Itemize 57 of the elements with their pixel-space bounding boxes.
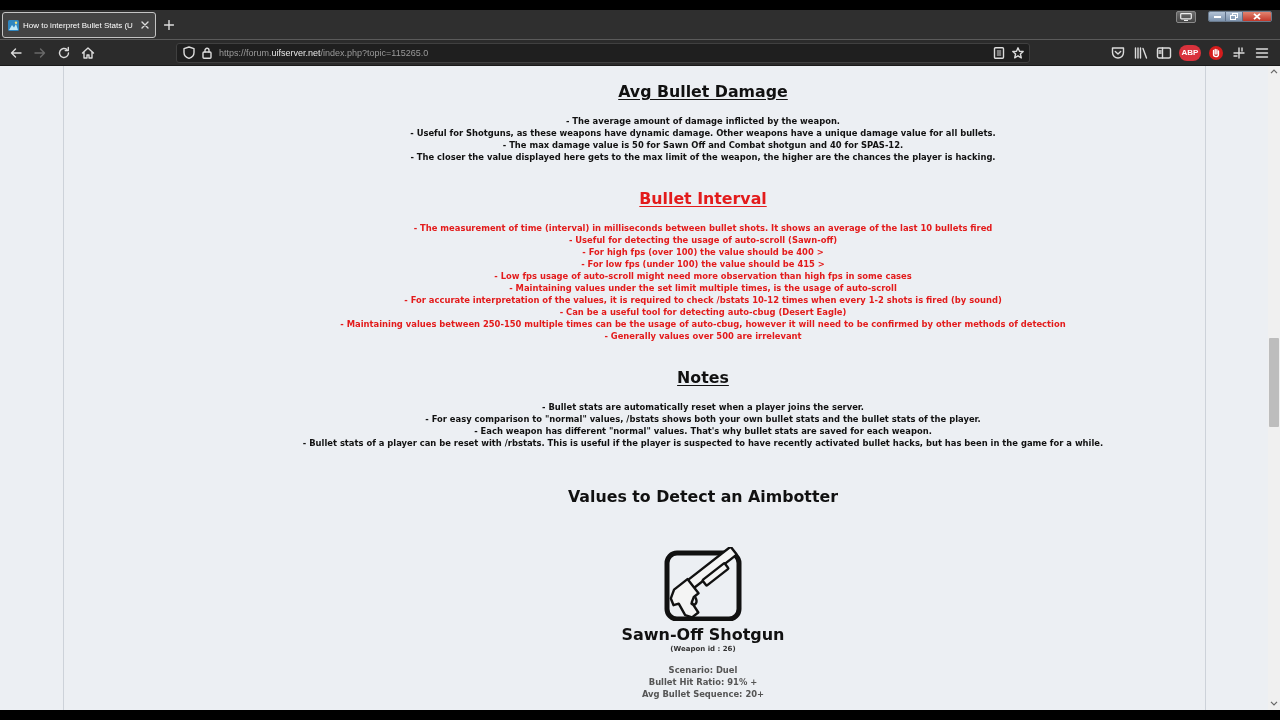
star-icon[interactable]	[1012, 46, 1024, 59]
books-icon[interactable]	[1133, 44, 1149, 61]
bullet-point-text: - Bullet stats of a player can be reset with /rbstats. This is useful if the player is suspected to have recently activated bullet hacks, but has been in the game for a while.	[302, 437, 1104, 449]
bullet-point-text: - Each weapon has different "normal" values. That's why bullet stats are saved for each weapon.	[474, 425, 932, 437]
document-icon[interactable]	[993, 46, 1005, 59]
stat-text: Bullet Hit Ratio: 91% +	[648, 676, 758, 688]
bullet-point-text: - Low fps usage of auto-scroll might need more observation than high fps in some cases	[494, 270, 912, 282]
bullet-point-text: - For easy comparison to "normal" values, /bstats shows both your own bullet stats and the bullet stats of the player.	[425, 413, 981, 425]
address-bar[interactable]: https://forum.uifserver.net/index.php?topic=115265.0	[176, 42, 1030, 63]
monitor-icon	[1180, 13, 1192, 21]
section-heading: Values to Detect an Aimbotter	[568, 487, 838, 507]
stat-text: Scenario: Duel	[668, 664, 738, 676]
close-icon	[1253, 13, 1261, 20]
section-heading: Notes	[677, 368, 729, 388]
scrollbar-thumb[interactable]	[1269, 338, 1279, 427]
bullet-point-text: - Bullet stats are automatically reset when a player joins the server.	[542, 401, 864, 413]
new-tab-icon[interactable]	[163, 19, 174, 30]
scroll-down-icon[interactable]	[1270, 701, 1278, 706]
home-icon[interactable]	[80, 44, 96, 61]
stat-text: Avg Bullet Sequence: 20+	[641, 688, 765, 700]
bullet-point-text: - Useful for Shotguns, as these weapons have dynamic damage. Other weapons have a unique damage value for all bullets.	[410, 127, 996, 139]
close-icon[interactable]	[140, 21, 149, 29]
bullet-point-text: - The max damage value is 50 for Sawn Off and Combat shotgun and 40 for SPAS-12.	[502, 139, 904, 151]
display-button[interactable]	[1176, 11, 1196, 23]
browser-tab[interactable]: How to interpret Bullet Stats (U	[2, 12, 156, 38]
extension-icon[interactable]	[1231, 44, 1247, 61]
extension-badge[interactable]: ABP	[1179, 44, 1201, 61]
bullet-point-text: - Useful for detecting the usage of auto-scroll (Sawn-off)	[568, 234, 838, 246]
bullet-point-text: - Maintaining values under the set limit multiple times, is the usage of auto-scroll	[509, 282, 897, 294]
shield-icon[interactable]	[183, 46, 195, 59]
section-heading: Bullet Interval	[639, 189, 767, 209]
bullet-point-text: - The measurement of time (interval) in milliseconds between bullet shots. It shows an average of the last 10 bullets fired	[413, 222, 993, 234]
close-window-button[interactable]	[1243, 12, 1271, 21]
bullet-point-text: - Generally values over 500 are irrelevant	[604, 330, 802, 342]
chevron-badge-icon[interactable]	[1110, 44, 1126, 61]
sidebar-icon[interactable]	[1156, 44, 1172, 61]
shotgun-icon	[664, 547, 742, 621]
maximize-button[interactable]	[1226, 12, 1243, 21]
hand-icon[interactable]	[1208, 44, 1224, 61]
minimize-button[interactable]	[1209, 12, 1226, 21]
scroll-up-icon[interactable]	[1270, 69, 1278, 74]
minimize-icon	[1213, 15, 1221, 18]
site-icon	[8, 19, 19, 31]
section-heading: Avg Bullet Damage	[618, 82, 788, 102]
bullet-point-text: - Maintaining values between 250-150 multiple times can be the usage of auto-cbug, however it will need to be confirmed by other methods of detection	[340, 318, 1066, 330]
weapon-name: Sawn-Off Shotgun	[621, 625, 785, 645]
bullet-point-text: - The closer the value displayed here gets to the max limit of the weapon, the higher are the chances the player is hacking.	[410, 151, 996, 163]
url-text: https://forum.uifserver.net/index.php?topic=115265.0	[219, 47, 429, 58]
lock-icon[interactable]	[202, 46, 212, 59]
bullet-point-text: - For high fps (over 100) the value should be 400 >	[582, 246, 824, 258]
bullet-point-text: - For low fps (under 100) the value should be 415 >	[581, 258, 825, 270]
bullet-point-text: - For accurate interpretation of the values, it is required to check /bstats 10-12 times when every 1-2 shots is fired (by sound)	[404, 294, 1002, 306]
bullet-point-text: - The average amount of damage inflicted by the weapon.	[565, 115, 841, 127]
scrollbar-track[interactable]	[1268, 66, 1280, 710]
bullet-point-text: - Can be a useful tool for detecting auto-cbug (Desert Eagle)	[559, 306, 847, 318]
reload-icon[interactable]	[56, 44, 72, 61]
restore-icon	[1230, 13, 1238, 20]
